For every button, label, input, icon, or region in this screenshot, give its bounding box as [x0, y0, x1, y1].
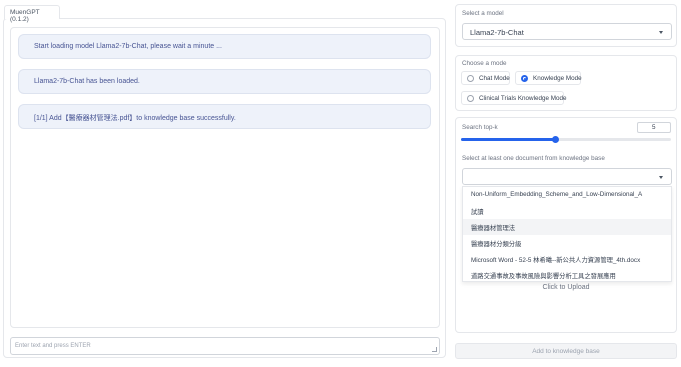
dropdown-option[interactable]: 道路交通事故及事故風險與影響分析工具之發展應用 [463, 267, 671, 283]
radio-unchecked-icon [467, 95, 474, 102]
mode-panel: Choose a mode Chat Mode Knowledge Mode C… [455, 55, 677, 111]
model-label: Select a model [462, 10, 504, 17]
resize-grip-icon[interactable] [432, 347, 437, 352]
chat-message: Llama2-7b-Chat has been loaded. [18, 69, 431, 94]
model-select-value: Llama2-7b-Chat [470, 28, 524, 37]
dropdown-option[interactable]: 醫療器材分類分級 [463, 235, 671, 251]
chevron-down-icon [659, 31, 663, 34]
radio-unchecked-icon [467, 75, 474, 82]
topk-slider-thumb[interactable] [552, 135, 559, 143]
documents-label: Select at least one document from knowle… [462, 155, 605, 162]
documents-select[interactable] [462, 168, 672, 185]
chat-input-placeholder: Enter text and press ENTER [15, 343, 91, 349]
model-select[interactable]: Llama2-7b-Chat [462, 23, 672, 40]
chat-history: Start loading model Llama2-7b-Chat, plea… [10, 27, 440, 328]
topk-slider-fill [461, 138, 556, 141]
upload-button[interactable]: Click to Upload [455, 284, 677, 291]
radio-checked-icon [521, 75, 528, 82]
chat-message: [1/1] Add【醫療器材管理法.pdf】to knowledge base … [18, 104, 431, 129]
chat-input[interactable]: Enter text and press ENTER [10, 337, 440, 355]
tab-muengpt[interactable]: MuenGPT (0.1.2) [4, 5, 60, 23]
dropdown-option[interactable]: Non-Uniform_Embedding_Scheme_and_Low-Dim… [463, 187, 671, 203]
chevron-down-icon [659, 176, 663, 179]
mode-label: Choose a mode [462, 60, 507, 67]
topk-number-input[interactable]: 5 [637, 122, 671, 133]
radio-chat-mode[interactable]: Chat Mode [461, 71, 510, 85]
radio-knowledge-mode[interactable]: Knowledge Mode [515, 71, 582, 85]
chat-message: Start loading model Llama2-7b-Chat, plea… [18, 34, 431, 59]
add-to-knowledge-base-button[interactable]: Add to knowledge base [455, 343, 677, 359]
dropdown-option[interactable]: Microsoft Word - 52-5 林希曦--新公共人力資源管理_4th… [463, 251, 671, 267]
topk-label: Search top-k [462, 124, 498, 131]
dropdown-option[interactable]: 試讀 [463, 203, 671, 219]
radio-label: Clinical Trials Knowledge Mode [479, 95, 567, 102]
dropdown-option[interactable]: 醫療器材管理法 [463, 219, 671, 235]
radio-label: Chat Mode [479, 75, 510, 82]
radio-label: Knowledge Mode [533, 75, 582, 82]
radio-clinical-trials-mode[interactable]: Clinical Trials Knowledge Mode [461, 91, 567, 105]
chat-panel: Start loading model Llama2-7b-Chat, plea… [3, 18, 446, 358]
topk-slider[interactable] [461, 135, 671, 143]
documents-dropdown: Non-Uniform_Embedding_Scheme_and_Low-Dim… [462, 186, 672, 282]
model-panel: Select a model Llama2-7b-Chat [455, 4, 677, 47]
